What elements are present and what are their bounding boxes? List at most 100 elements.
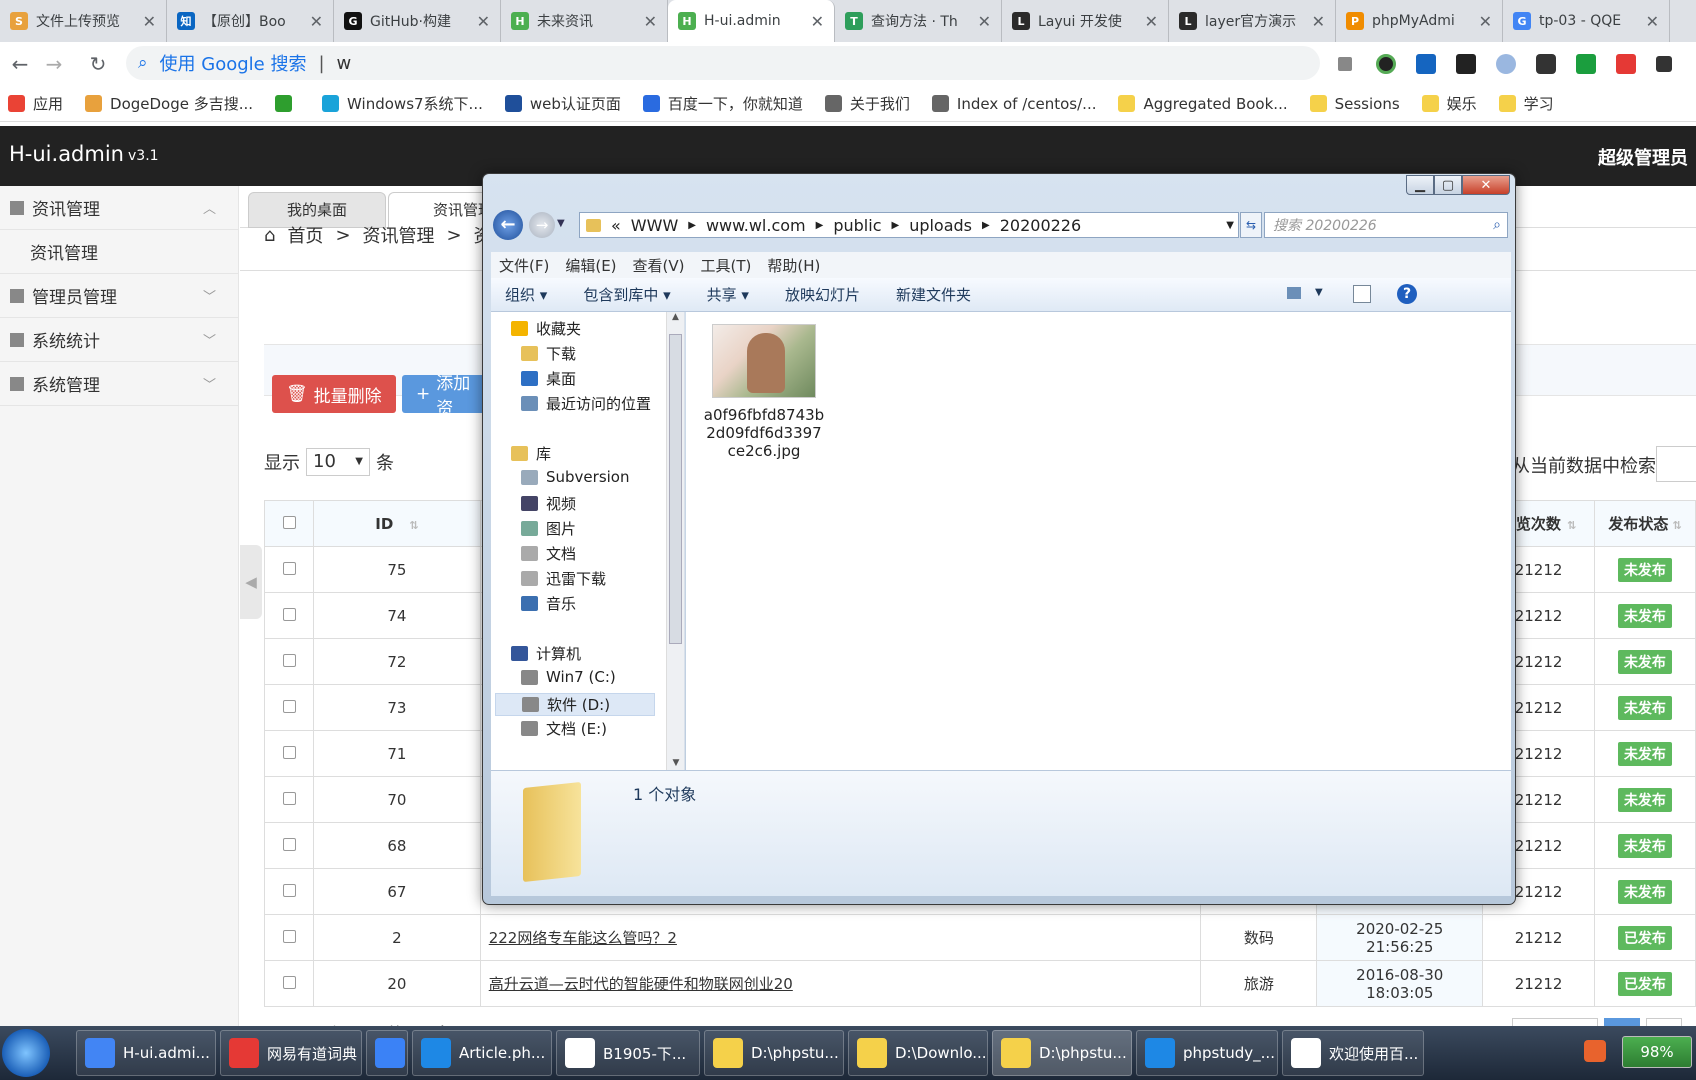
view-dropdown-icon[interactable]: ▼ — [1315, 287, 1323, 298]
preview-pane-icon[interactable] — [1353, 285, 1371, 303]
extension-grid-icon[interactable] — [1456, 54, 1476, 74]
close-icon[interactable]: ✕ — [477, 12, 490, 31]
toolbar-include-library[interactable]: 包含到库中 ▾ — [583, 284, 670, 305]
close-icon[interactable]: ✕ — [1646, 12, 1659, 31]
browser-tab[interactable]: L Layui 开发使 ✕ — [1002, 0, 1169, 42]
explorer-menu-item[interactable]: 帮助(H) — [767, 255, 820, 276]
taskbar-button[interactable]: phpstudy_... — [1136, 1030, 1278, 1076]
extension-camera-icon[interactable] — [1376, 54, 1396, 74]
close-icon[interactable]: ✕ — [1479, 12, 1492, 31]
history-dropdown-icon[interactable]: ▼ — [557, 218, 565, 229]
taskbar-button[interactable]: 网易有道词典 — [220, 1030, 362, 1076]
bookmark-item[interactable] — [275, 95, 300, 112]
back-nav-icon[interactable]: ← — [493, 210, 523, 240]
nav-tree-item[interactable]: 音乐 — [521, 593, 576, 614]
browser-tab[interactable]: T 查询方法 · Th ✕ — [835, 0, 1002, 42]
bookmark-item[interactable]: DogeDoge 多吉搜... — [85, 93, 253, 114]
taskbar-button[interactable]: Article.ph... — [412, 1030, 552, 1076]
toolbar-slideshow[interactable]: 放映幻灯片 — [785, 284, 860, 305]
table-search-input[interactable] — [1656, 446, 1696, 482]
path-segment[interactable]: public — [833, 216, 881, 235]
nav-tree-item[interactable]: 迅雷下载 — [521, 568, 606, 589]
omnibox-text[interactable]: w — [337, 53, 352, 74]
row-checkbox[interactable] — [282, 745, 296, 759]
toolbar-share[interactable]: 共享 ▾ — [707, 284, 749, 305]
status-column-header[interactable]: 发布状态 ⇅ — [1593, 500, 1696, 547]
extension-y-icon[interactable] — [1416, 54, 1436, 74]
nav-tree-item[interactable]: 视频 — [521, 493, 576, 514]
maximize-button[interactable]: ▢ — [1434, 175, 1462, 195]
explorer-menu-item[interactable]: 工具(T) — [701, 255, 752, 276]
nav-scrollbar[interactable]: ▲ ▼ — [666, 312, 684, 770]
browser-tab[interactable]: L layer官方演示 ✕ — [1169, 0, 1336, 42]
bookmark-item[interactable]: web认证页面 — [504, 93, 621, 114]
extension-shield-icon[interactable] — [1576, 54, 1596, 74]
select-all-checkbox[interactable] — [282, 515, 296, 529]
nav-tree-item[interactable]: Subversion — [521, 468, 630, 486]
scroll-up-icon[interactable]: ▲ — [667, 312, 684, 322]
sidebar-item[interactable]: 资讯管理 ︿ — [0, 186, 238, 230]
nav-tree-item[interactable]: 软件 (D:) — [495, 693, 655, 716]
path-segment[interactable]: 20200226 — [1000, 216, 1081, 235]
minimize-button[interactable]: ▁ — [1406, 175, 1434, 195]
nav-tree-item[interactable]: 收藏夹 — [511, 318, 581, 339]
path-segment[interactable]: www.wl.com — [706, 216, 806, 235]
current-user[interactable]: 超级管理员 — [1598, 144, 1688, 170]
view-options-icon[interactable] — [1287, 287, 1301, 299]
row-checkbox[interactable] — [282, 929, 296, 943]
breadcrumb-home[interactable]: 首页 — [287, 222, 323, 248]
close-icon[interactable]: ✕ — [1145, 12, 1158, 31]
batch-delete-button[interactable]: 🗑 批量删除 — [272, 375, 396, 413]
close-icon[interactable]: ✕ — [310, 12, 323, 31]
bookmark-item[interactable]: 百度一下，你就知道 — [642, 93, 803, 114]
sidebar-item[interactable]: 管理员管理 ﹀ — [0, 274, 238, 318]
breadcrumb-news[interactable]: 资讯管理 — [363, 222, 435, 248]
taskbar-button[interactable]: B1905-下... — [556, 1030, 700, 1076]
close-icon[interactable]: ✕ — [1312, 12, 1325, 31]
browser-tab[interactable]: H 未来资讯 ✕ — [501, 0, 668, 42]
row-checkbox[interactable] — [282, 607, 296, 621]
nav-tree-item[interactable]: 最近访问的位置 — [521, 393, 651, 414]
nav-tree-item[interactable]: 桌面 — [521, 368, 576, 389]
bookmark-item[interactable]: Aggregated Book... — [1118, 95, 1288, 113]
refresh-icon[interactable]: ⇆ — [1240, 212, 1262, 238]
file-item[interactable]: a0f96fbfd8743b 2d09fdf6d3397 ce2c6.jpg — [702, 324, 826, 460]
scroll-thumb[interactable] — [669, 334, 682, 644]
taskbar-button[interactable]: 欢迎使用百... — [1282, 1030, 1424, 1076]
app-logo[interactable]: H-ui.admin — [9, 142, 124, 166]
row-checkbox[interactable] — [282, 699, 296, 713]
close-icon[interactable]: ✕ — [811, 12, 824, 31]
taskbar-button[interactable]: D:\Downlo... — [848, 1030, 988, 1076]
browser-tab[interactable]: S 文件上传预览 ✕ — [0, 0, 167, 42]
row-title-link[interactable]: 高升云道—云时代的智能硬件和物联网创业20 — [479, 960, 1202, 1007]
close-icon[interactable]: ✕ — [978, 12, 991, 31]
explorer-menu-item[interactable]: 查看(V) — [633, 255, 685, 276]
close-button[interactable]: ✕ — [1462, 175, 1510, 195]
browser-tab[interactable]: 知 【原创】Boo ✕ — [167, 0, 334, 42]
close-icon[interactable]: ✕ — [644, 12, 657, 31]
explorer-menu-item[interactable]: 文件(F) — [499, 255, 549, 276]
row-checkbox[interactable] — [282, 791, 296, 805]
toolbar-organize[interactable]: 组织 ▾ — [505, 284, 547, 305]
page-size-select[interactable]: 10 ▼ — [306, 448, 370, 476]
bookmark-item[interactable]: 关于我们 — [824, 93, 910, 114]
row-checkbox[interactable] — [282, 883, 296, 897]
forward-nav-icon[interactable]: → — [529, 212, 555, 238]
scroll-down-icon[interactable]: ▼ — [667, 758, 685, 768]
nav-tree-item[interactable]: 文档 — [521, 543, 576, 564]
explorer-search-input[interactable]: 搜索 20200226 ⌕ — [1264, 212, 1508, 238]
nav-tree-item[interactable]: 下载 — [521, 343, 576, 364]
nav-tree-item[interactable]: 计算机 — [511, 643, 581, 664]
sogou-tray-icon[interactable] — [1584, 1040, 1606, 1062]
forward-icon[interactable]: → — [34, 52, 74, 76]
browser-tab[interactable]: G tp-03 - QQE ✕ — [1503, 0, 1670, 42]
sidebar-collapse-button[interactable]: ◀ — [240, 545, 262, 619]
nav-tree-item[interactable]: Win7 (C:) — [521, 668, 616, 686]
row-checkbox[interactable] — [282, 837, 296, 851]
bookmark-item[interactable]: 应用 — [8, 93, 63, 114]
close-icon[interactable]: ✕ — [143, 12, 156, 31]
reload-icon[interactable]: ↻ — [78, 52, 118, 76]
taskbar-button[interactable]: D:\phpstu... — [704, 1030, 844, 1076]
row-title-link[interactable]: 222网络专车能这么管吗？2 — [479, 914, 1202, 961]
help-icon[interactable]: ? — [1397, 284, 1417, 304]
